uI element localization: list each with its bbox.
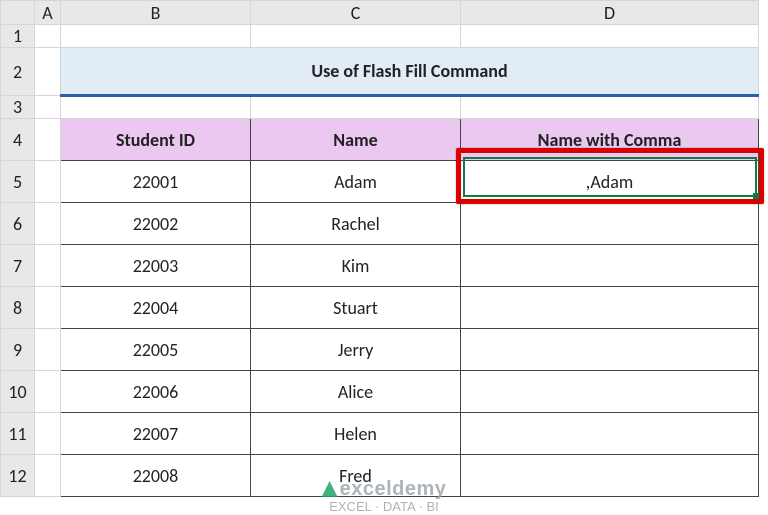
table-row[interactable]	[461, 203, 759, 245]
table-row[interactable]: Jerry	[251, 329, 461, 371]
table-row[interactable]: Alice	[251, 371, 461, 413]
col-header-B[interactable]: B	[61, 1, 251, 25]
table-row[interactable]	[461, 455, 759, 497]
table-row[interactable]	[461, 329, 759, 371]
row-header-5[interactable]: 5	[1, 161, 35, 203]
table-row[interactable]: 22007	[61, 413, 251, 455]
table-row[interactable]: Stuart	[251, 287, 461, 329]
row-header-7[interactable]: 7	[1, 245, 35, 287]
table-row[interactable]: Kim	[251, 245, 461, 287]
cell-B3[interactable]	[61, 96, 251, 119]
col-header-C[interactable]: C	[251, 1, 461, 25]
cell-A4[interactable]	[35, 119, 61, 161]
cell-D1[interactable]	[461, 25, 759, 48]
row-header-11[interactable]: 11	[1, 413, 35, 455]
table-row[interactable]	[461, 245, 759, 287]
cell-A3[interactable]	[35, 96, 61, 119]
table-row[interactable]: Rachel	[251, 203, 461, 245]
row-header-4[interactable]: 4	[1, 119, 35, 161]
spreadsheet-grid[interactable]: A B C D 1 2 Use of Flash Fill Command 3 …	[0, 0, 759, 497]
table-row[interactable]: Helen	[251, 413, 461, 455]
row-header-12[interactable]: 12	[1, 455, 35, 497]
col-header-A[interactable]: A	[35, 1, 61, 25]
cell-D5-selected[interactable]: ,Adam	[461, 161, 759, 203]
cell-B1[interactable]	[61, 25, 251, 48]
cell-C3[interactable]	[251, 96, 461, 119]
table-row[interactable]	[461, 287, 759, 329]
watermark: exceldemy EXCEL · DATA · BI	[322, 478, 447, 514]
header-name[interactable]: Name	[251, 119, 461, 161]
table-row[interactable]: 22005	[61, 329, 251, 371]
table-row[interactable]: 22004	[61, 287, 251, 329]
watermark-brand: exceldemy	[340, 478, 447, 500]
row-header-3[interactable]: 3	[1, 96, 35, 119]
table-row[interactable]: 22001	[61, 161, 251, 203]
row-header-2[interactable]: 2	[1, 48, 35, 96]
header-name-with-comma[interactable]: Name with Comma	[461, 119, 759, 161]
table-row[interactable]: 22002	[61, 203, 251, 245]
row-header-6[interactable]: 6	[1, 203, 35, 245]
col-header-D[interactable]: D	[461, 1, 759, 25]
table-row[interactable]	[461, 413, 759, 455]
header-student-id[interactable]: Student ID	[61, 119, 251, 161]
cell-C1[interactable]	[251, 25, 461, 48]
cell-A5[interactable]	[35, 161, 61, 203]
table-row[interactable]: 22006	[61, 371, 251, 413]
cell-A6[interactable]	[35, 203, 61, 245]
cell-A10[interactable]	[35, 371, 61, 413]
cell-A8[interactable]	[35, 287, 61, 329]
select-all-corner[interactable]	[1, 1, 35, 25]
cell-A9[interactable]	[35, 329, 61, 371]
row-header-1[interactable]: 1	[1, 25, 35, 48]
row-header-9[interactable]: 9	[1, 329, 35, 371]
cell-A1[interactable]	[35, 25, 61, 48]
watermark-tagline: EXCEL · DATA · BI	[322, 500, 447, 514]
cell-A11[interactable]	[35, 413, 61, 455]
row-header-8[interactable]: 8	[1, 287, 35, 329]
title-cell[interactable]: Use of Flash Fill Command	[61, 48, 759, 96]
logo-icon	[322, 481, 338, 497]
table-row[interactable]: 22008	[61, 455, 251, 497]
cell-A7[interactable]	[35, 245, 61, 287]
cell-A2[interactable]	[35, 48, 61, 96]
table-row[interactable]	[461, 371, 759, 413]
cell-A12[interactable]	[35, 455, 61, 497]
table-row[interactable]: Adam	[251, 161, 461, 203]
cell-D3[interactable]	[461, 96, 759, 119]
row-header-10[interactable]: 10	[1, 371, 35, 413]
table-row[interactable]: 22003	[61, 245, 251, 287]
